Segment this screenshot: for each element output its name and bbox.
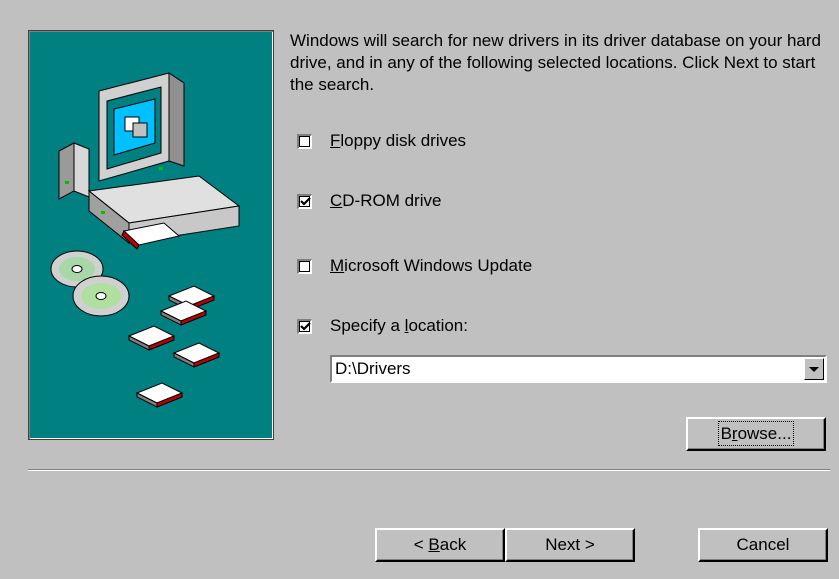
- dropdown-arrow-icon: [809, 367, 819, 372]
- checkbox-label: Floppy disk drives: [330, 131, 467, 150]
- browse-button[interactable]: Browse...: [686, 417, 826, 451]
- location-value[interactable]: D:\Drivers: [335, 357, 411, 381]
- checkmark-icon: [300, 196, 311, 206]
- checkbox-floppy-disk-drives[interactable]: Floppy disk drives: [297, 130, 466, 152]
- checkbox-specify-location[interactable]: Specify a location:: [297, 315, 468, 337]
- checkbox-label: Specify a location:: [330, 316, 468, 335]
- checkbox-cd-rom-drive[interactable]: CD-ROM drive: [297, 190, 441, 212]
- computer-icon: [58, 72, 241, 250]
- checkmark-icon: [300, 321, 311, 331]
- dropdown-button[interactable]: [804, 358, 824, 380]
- checkbox-box[interactable]: [297, 133, 312, 149]
- wizard-illustration: [28, 30, 274, 440]
- checkbox-box[interactable]: [297, 318, 312, 334]
- checkbox-box[interactable]: [297, 193, 312, 209]
- cd-discs-icon: [50, 250, 130, 317]
- back-button[interactable]: < Back: [375, 528, 505, 562]
- checkbox-box[interactable]: [297, 258, 312, 274]
- intro-text: Windows will search for new drivers in i…: [290, 31, 822, 94]
- floppy-disks-icon: [127, 285, 221, 408]
- next-button[interactable]: Next >: [505, 528, 635, 562]
- location-combobox[interactable]: D:\Drivers: [330, 355, 827, 383]
- checkbox-microsoft-windows-update[interactable]: Microsoft Windows Update: [297, 255, 532, 277]
- separator: [28, 469, 830, 471]
- checkbox-label: CD-ROM drive: [330, 191, 442, 210]
- cancel-button[interactable]: Cancel: [698, 528, 828, 562]
- checkbox-label: Microsoft Windows Update: [330, 256, 533, 275]
